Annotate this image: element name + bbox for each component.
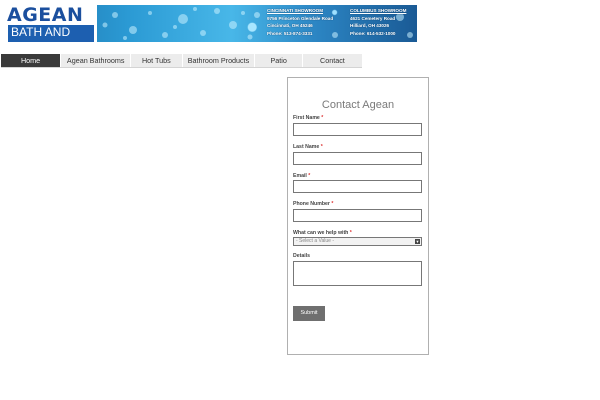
showroom-phone: Phone: 513-874-3331 bbox=[267, 30, 313, 36]
nav-item-bathroom-products[interactable]: Bathroom Products bbox=[183, 54, 256, 67]
last-name-label: Last Name * bbox=[293, 144, 323, 150]
logo[interactable]: AGEAN BATH AND SPA bbox=[5, 5, 97, 42]
phone-label: Phone Number * bbox=[293, 201, 333, 207]
showroom-address: 9756 Princeton Glendale Road bbox=[267, 15, 334, 21]
nav-item-contact[interactable]: Contact bbox=[303, 54, 362, 67]
showroom-heading: COLUMBUS SHOWROOM bbox=[350, 8, 407, 13]
required-marker: * bbox=[320, 144, 323, 150]
nav-item-agean-bathrooms[interactable]: Agean Bathrooms bbox=[61, 54, 132, 67]
contact-form: Contact Agean First Name * Last Name * E… bbox=[287, 77, 429, 355]
help-select-value: - Select a Value - bbox=[296, 238, 334, 244]
required-marker: * bbox=[349, 230, 352, 236]
header-banner: AGEAN BATH AND SPA CINCINNATI SHOWROOM 9… bbox=[5, 5, 417, 42]
details-label: Details bbox=[293, 253, 311, 259]
phone-label-text: Phone Number bbox=[293, 201, 330, 207]
first-name-input[interactable] bbox=[293, 123, 422, 136]
required-marker: * bbox=[321, 115, 324, 121]
help-label-text: What can we help with bbox=[293, 230, 349, 236]
first-name-label-text: First Name bbox=[293, 115, 320, 121]
last-name-input[interactable] bbox=[293, 152, 422, 165]
phone-input[interactable] bbox=[293, 209, 422, 222]
showroom-cincinnati: CINCINNATI SHOWROOM 9756 Princeton Glend… bbox=[267, 7, 333, 37]
email-label-text: Email bbox=[293, 173, 307, 179]
details-textarea[interactable] bbox=[293, 261, 422, 286]
submit-button[interactable]: Submit bbox=[293, 306, 325, 321]
help-select[interactable]: - Select a Value - ▼ bbox=[293, 237, 422, 246]
showroom-phone: Phone: 614-532-1000 bbox=[350, 30, 396, 36]
main-nav: Home Agean Bathrooms Hot Tubs Bathroom P… bbox=[1, 54, 362, 68]
required-marker: * bbox=[308, 173, 311, 179]
showroom-columbus: COLUMBUS SHOWROOM 4621 Cemetery Road Hil… bbox=[350, 7, 406, 37]
showroom-address: 4621 Cemetery Road bbox=[350, 15, 396, 21]
last-name-label-text: Last Name bbox=[293, 144, 320, 150]
required-marker: * bbox=[331, 201, 334, 207]
logo-title: AGEAN bbox=[7, 5, 84, 26]
email-label: Email * bbox=[293, 173, 310, 179]
email-input[interactable] bbox=[293, 180, 422, 193]
nav-item-home[interactable]: Home bbox=[1, 54, 62, 67]
showroom-heading: CINCINNATI SHOWROOM bbox=[267, 8, 324, 13]
help-label: What can we help with * bbox=[293, 230, 352, 236]
showroom-city: Cincinnati, OH 45246 bbox=[267, 23, 313, 29]
nav-item-patio[interactable]: Patio bbox=[255, 54, 303, 67]
contact-title: Contact Agean bbox=[321, 99, 395, 111]
chevron-down-icon[interactable]: ▼ bbox=[415, 239, 420, 244]
showroom-city: Hilliard, OH 43026 bbox=[350, 23, 390, 29]
nav-item-hot-tubs[interactable]: Hot Tubs bbox=[131, 54, 183, 67]
logo-subtitle: BATH AND SPA bbox=[8, 25, 94, 42]
first-name-label: First Name * bbox=[293, 115, 323, 121]
